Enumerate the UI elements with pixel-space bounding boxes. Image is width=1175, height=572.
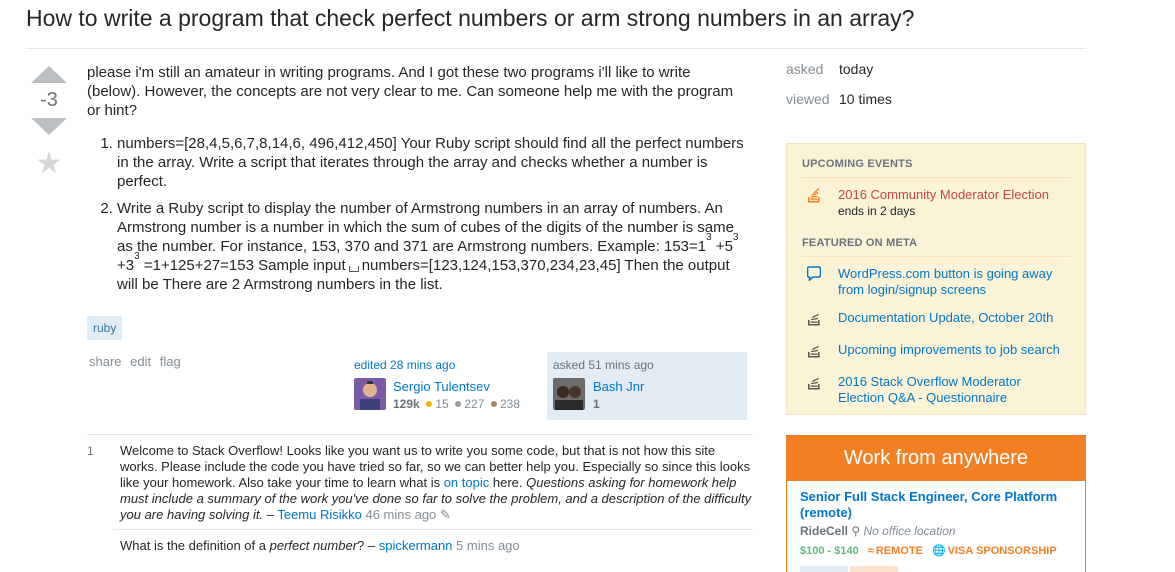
comment-body: Welcome to Stack Overflow! Looks like yo… [120, 443, 752, 522]
job-company-row: RideCell ⚲ No office location [800, 524, 1072, 538]
stack-overflow-icon [802, 187, 838, 219]
silver-badge-icon [455, 401, 462, 407]
featured-meta-header: FEATURED ON META [802, 237, 1070, 257]
job-ad-header[interactable]: Work from anywhere [787, 436, 1085, 481]
globe-icon: 🌐 [931, 545, 946, 557]
item-text: +5 [711, 238, 733, 255]
event-sub: ends in 2 days [838, 204, 916, 218]
job-tags [800, 563, 1072, 572]
stack-exchange-icon [802, 310, 838, 330]
superscript: 3 [732, 232, 739, 243]
job-salary: $100 - $140 [800, 545, 859, 557]
vote-count: -3 [40, 89, 58, 111]
job-location: No office location [863, 524, 956, 538]
comments-list: 1 Welcome to Stack Overflow! Looks like … [87, 434, 753, 560]
remote-wifi-icon: ≈ [867, 545, 874, 557]
vote-up-icon[interactable] [31, 66, 67, 83]
meta-link[interactable]: Documentation Update, October 20th [838, 310, 1053, 330]
question-list: numbers=[28,4,5,6,7,8,14,6, 496,412,450]… [117, 134, 747, 294]
vote-down-icon[interactable] [31, 118, 67, 135]
owner-name[interactable]: Bash Jnr [593, 379, 644, 394]
editor-signature: edited 28 mins ago Sergio Tulentsev 129k… [352, 354, 542, 420]
comment-date: 5 mins ago [456, 538, 520, 553]
asked-time: asked 51 mins ago [553, 358, 654, 372]
question-title[interactable]: How to write a program that check perfec… [26, 5, 914, 32]
bronze-badges: 238 [490, 397, 520, 411]
comment: What is the definition of a perfect numb… [113, 529, 753, 560]
vote-column: -3 ★ [30, 66, 68, 179]
job-remote: REMOTE [875, 545, 923, 557]
title-divider [26, 48, 1086, 49]
job-listing: Senior Full Stack Engineer, Core Platfor… [787, 481, 1085, 572]
tag-ruby[interactable]: ruby [87, 316, 123, 340]
meta-item: Upcoming improvements to job search [802, 342, 1070, 362]
reputation: 129k [393, 397, 420, 411]
comment: 1 Welcome to Stack Overflow! Looks like … [87, 435, 753, 529]
gold-badge-icon [426, 401, 433, 407]
flag-link[interactable]: flag [160, 354, 181, 369]
superscript: 3 [134, 251, 140, 262]
comment-user[interactable]: spickermann [379, 538, 453, 553]
meta-item: Documentation Update, October 20th [802, 310, 1070, 330]
viewed-label: viewed [786, 91, 830, 107]
location-pin-icon: ⚲ [851, 524, 861, 538]
job-perks: $100 - $140 ≈ REMOTE 🌐 VISA SPONSORSHIP [800, 544, 1072, 557]
favorite-star-icon[interactable]: ★ [30, 149, 68, 179]
comment-user[interactable]: Teemu Risikko [277, 507, 362, 522]
meta-link[interactable]: WordPress.com button is going away from … [838, 266, 1070, 298]
comment-body: What is the definition of a perfect numb… [120, 538, 520, 553]
superscript: 3 [706, 232, 712, 243]
job-visa: VISA SPONSORSHIP [947, 545, 1057, 557]
gold-badges: 15 [426, 397, 449, 411]
comment-italic: perfect number [269, 538, 358, 553]
list-item: numbers=[28,4,5,6,7,8,14,6, 496,412,450]… [117, 134, 747, 191]
asked-value: today [839, 61, 874, 77]
reputation: 1 [593, 397, 600, 411]
event-link[interactable]: 2016 Community Moderator Election [838, 187, 1049, 202]
share-link[interactable]: share [89, 354, 122, 369]
job-title-link[interactable]: Senior Full Stack Engineer, Core Platfor… [800, 489, 1072, 521]
asked-label: asked [786, 61, 824, 77]
meta-item: 2016 Stack Overflow Moderator Election Q… [802, 374, 1070, 406]
item-text: Write a Ruby script to display the numbe… [117, 200, 734, 255]
meta-item: WordPress.com button is going away from … [802, 266, 1070, 298]
question-body: please i'm still an amateur in writing p… [87, 63, 747, 302]
item-text: =1+125+27=153 Sample input [139, 257, 346, 274]
editor-info: Sergio Tulentsev 129k 15 227 238 [393, 378, 520, 413]
edited-time: edited 28 mins ago [354, 358, 540, 372]
viewed-value: 10 times [839, 91, 892, 107]
question-intro: please i'm still an amateur in writing p… [87, 64, 734, 119]
edited-link[interactable]: edited 28 mins ago [354, 358, 455, 372]
item-text: +3 [117, 257, 135, 274]
owner-info: Bash Jnr 1 [593, 378, 644, 413]
meta-link[interactable]: Upcoming improvements to job search [838, 342, 1060, 362]
job-tag[interactable] [850, 566, 898, 572]
edit-link[interactable]: edit [130, 354, 151, 369]
silver-badges: 227 [455, 397, 484, 411]
job-ad: Work from anywhere Senior Full Stack Eng… [786, 435, 1086, 572]
pencil-icon[interactable]: ✎ [440, 507, 451, 522]
editor-name[interactable]: Sergio Tulentsev [393, 379, 490, 394]
bronze-badge-icon [490, 401, 497, 407]
upcoming-events-header: UPCOMING EVENTS [802, 158, 1070, 178]
list-item: Write a Ruby script to display the numbe… [117, 199, 747, 294]
meta-link[interactable]: 2016 Stack Overflow Moderator Election Q… [838, 374, 1070, 406]
space-symbol [348, 266, 359, 272]
avatar[interactable] [354, 378, 386, 410]
job-company: RideCell [800, 524, 849, 538]
stack-exchange-icon [802, 374, 838, 406]
question-stats: asked today viewed 10 times [786, 61, 892, 121]
chat-bubble-icon [802, 266, 838, 298]
stack-exchange-icon [802, 342, 838, 362]
on-topic-link[interactable]: on topic [444, 475, 490, 490]
post-menu: share edit flag [89, 354, 186, 369]
event-item: 2016 Community Moderator Election ends in… [802, 187, 1070, 219]
comment-score: 1 [87, 444, 94, 458]
owner-signature: asked 51 mins ago Bash Jnr 1 [547, 352, 747, 420]
avatar[interactable] [553, 378, 585, 410]
comment-date: 46 mins ago [365, 507, 437, 522]
community-bulletin: UPCOMING EVENTS 2016 Community Moderator… [786, 143, 1086, 415]
job-tag[interactable] [800, 566, 848, 572]
